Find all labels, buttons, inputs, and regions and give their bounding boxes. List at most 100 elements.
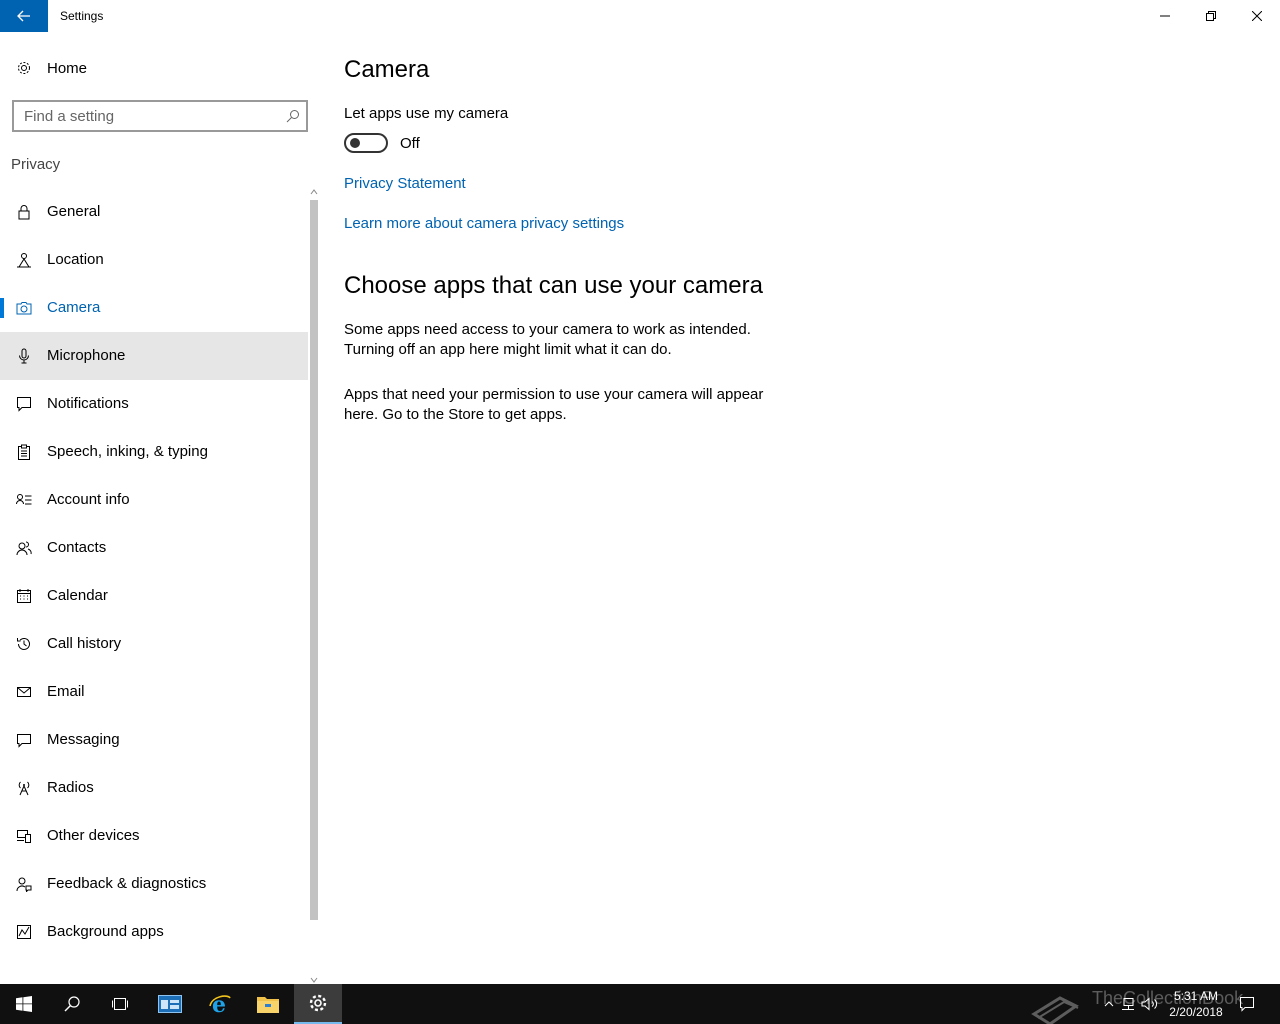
microphone-icon: [19, 348, 29, 364]
sidebar-item-label: General: [47, 203, 101, 220]
camera-icon: [16, 302, 32, 315]
sidebar-item-camera[interactable]: Camera: [0, 284, 308, 332]
sidebar: Home Privacy General Location Camera Mic…: [0, 32, 320, 984]
minimize-button[interactable]: [1142, 0, 1188, 32]
windows-start-icon: [16, 996, 32, 1012]
section-title: Privacy: [11, 156, 61, 173]
title-bar: Settings: [0, 0, 1280, 32]
learn-more-link[interactable]: Learn more about camera privacy settings: [344, 215, 624, 232]
action-center-icon: [1240, 997, 1254, 1012]
contacts-icon: [16, 541, 32, 556]
sidebar-item-speech[interactable]: Speech, inking, & typing: [0, 428, 308, 476]
minimize-icon: [1160, 15, 1170, 17]
close-icon: [1252, 11, 1262, 21]
taskbar-search-button[interactable]: [48, 984, 96, 1024]
volume-button[interactable]: [1140, 984, 1160, 1024]
sidebar-item-microphone[interactable]: Microphone: [0, 332, 308, 380]
page-title: Camera: [344, 56, 430, 83]
gear-icon: [18, 62, 30, 74]
sidebar-item-messaging[interactable]: Messaging: [0, 716, 308, 764]
feedback-icon: [16, 877, 32, 892]
scroll-up-icon[interactable]: [310, 188, 318, 196]
clock-time: 5:31 AM: [1173, 989, 1219, 1003]
background-apps-icon: [17, 925, 31, 939]
settings-taskbar-button[interactable]: [294, 984, 342, 1024]
sidebar-item-other-devices[interactable]: Other devices: [0, 812, 308, 860]
message-icon: [17, 734, 31, 748]
search-box[interactable]: [12, 100, 308, 132]
home-label: Home: [47, 60, 88, 77]
server-manager-button[interactable]: [146, 984, 194, 1024]
sidebar-item-label: Call history: [47, 635, 122, 652]
sidebar-item-location[interactable]: Location: [0, 236, 308, 284]
task-view-button[interactable]: [96, 984, 144, 1024]
network-button[interactable]: [1118, 984, 1138, 1024]
close-button[interactable]: [1234, 0, 1280, 32]
network-icon: [1122, 998, 1134, 1010]
sidebar-item-radios[interactable]: Radios: [0, 764, 308, 812]
camera-setting-label: Let apps use my camera: [344, 105, 509, 122]
radio-tower-icon: [18, 781, 30, 796]
show-hidden-icons-button[interactable]: [1098, 984, 1120, 1024]
window-title: Settings: [60, 9, 104, 23]
sidebar-item-label: Notifications: [47, 395, 129, 412]
history-icon: [17, 638, 30, 650]
sidebar-item-background-apps[interactable]: Background apps: [0, 908, 308, 956]
sidebar-scrollbar[interactable]: [308, 188, 320, 984]
apps-empty-message: Apps that need your permission to use yo…: [344, 386, 764, 423]
search-icon[interactable]: [286, 109, 300, 123]
apps-section-heading: Choose apps that can use your camera: [344, 272, 763, 299]
sidebar-item-account-info[interactable]: Account info: [0, 476, 308, 524]
sidebar-item-call-history[interactable]: Call history: [0, 620, 308, 668]
internet-explorer-button[interactable]: e: [196, 984, 244, 1024]
sidebar-item-general[interactable]: General: [0, 188, 308, 236]
calendar-icon: [17, 589, 31, 603]
lock-icon: [18, 205, 30, 220]
privacy-nav: General Location Camera Microphone Notif…: [0, 188, 308, 956]
sidebar-item-label: Messaging: [47, 731, 120, 748]
sidebar-item-label: Background apps: [47, 923, 164, 940]
taskbar-clock[interactable]: 5:31 AM 2/20/2018: [1160, 988, 1232, 1020]
restore-button[interactable]: [1188, 0, 1234, 32]
action-center-button[interactable]: [1236, 984, 1258, 1024]
search-icon: [64, 996, 80, 1012]
sidebar-item-label: Camera: [47, 299, 101, 316]
toggle-state-text: Off: [400, 135, 420, 152]
account-info-icon: [16, 494, 32, 505]
home-link[interactable]: Home: [0, 48, 308, 88]
settings-window: Settings Home Privacy General: [0, 0, 1280, 984]
camera-toggle[interactable]: [344, 133, 388, 153]
devices-icon: [17, 830, 31, 843]
location-person-icon: [17, 253, 31, 268]
file-explorer-button[interactable]: [244, 984, 292, 1024]
privacy-statement-link[interactable]: Privacy Statement: [344, 175, 466, 192]
toggle-knob: [350, 138, 360, 148]
sidebar-item-label: Radios: [47, 779, 94, 796]
scroll-thumb[interactable]: [310, 200, 318, 920]
volume-icon: [1141, 997, 1157, 1011]
sidebar-item-label: Email: [47, 683, 85, 700]
clipboard-icon: [18, 444, 30, 460]
sidebar-item-label: Speech, inking, & typing: [47, 443, 208, 460]
sidebar-item-label: Calendar: [47, 587, 108, 604]
restore-icon: [1206, 11, 1216, 21]
sidebar-item-notifications[interactable]: Notifications: [0, 380, 308, 428]
sidebar-item-email[interactable]: Email: [0, 668, 308, 716]
sidebar-item-feedback[interactable]: Feedback & diagnostics: [0, 860, 308, 908]
sidebar-item-label: Location: [47, 251, 104, 268]
sidebar-item-label: Feedback & diagnostics: [47, 875, 207, 892]
internet-explorer-icon: e: [209, 992, 231, 1016]
sidebar-item-label: Account info: [47, 491, 130, 508]
sidebar-item-calendar[interactable]: Calendar: [0, 572, 308, 620]
start-button[interactable]: [0, 984, 48, 1024]
task-view-icon: [112, 998, 128, 1010]
scroll-down-icon[interactable]: [310, 976, 318, 984]
sidebar-item-contacts[interactable]: Contacts: [0, 524, 308, 572]
notification-icon: [17, 397, 31, 412]
clock-date: 2/20/2018: [1169, 1005, 1223, 1019]
back-button[interactable]: [0, 0, 48, 32]
server-manager-icon: [158, 995, 182, 1013]
chevron-up-icon: [1104, 1001, 1114, 1007]
search-input[interactable]: [24, 107, 274, 125]
file-explorer-icon: [257, 997, 279, 1013]
